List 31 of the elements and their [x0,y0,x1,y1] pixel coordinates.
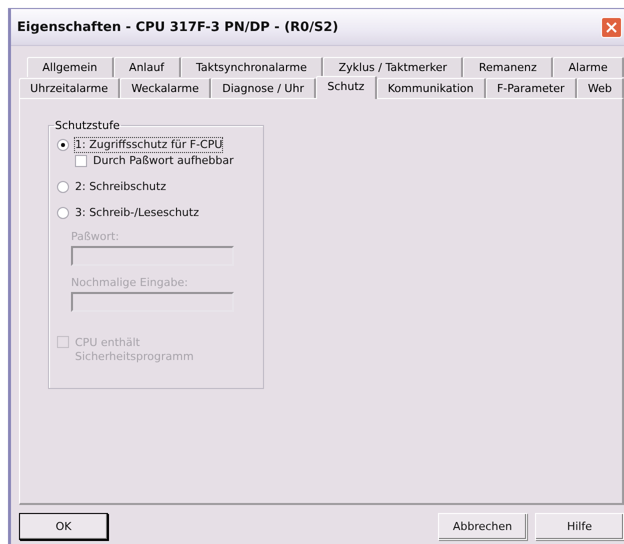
close-icon [605,20,618,34]
checkbox-label: Durch Paßwort aufhebbar [93,154,234,168]
tab[interactable]: Web [576,78,624,98]
radio-label: 1: Zugriffsschutz für F-CPU [75,138,222,152]
tab[interactable]: Kommunikation [376,78,486,98]
tab[interactable]: Anlauf [114,57,181,77]
tab[interactable]: Uhrzeitalarme [19,78,120,98]
dialog-button[interactable]: OK [19,513,108,540]
tab[interactable]: Weckalarme [120,78,212,98]
radio-button[interactable] [57,139,69,151]
window-title: Eigenschaften - CPU 317F-3 PN/DP - (R0/S2) [17,20,338,34]
tab[interactable]: Taktsynchronalarme [180,57,324,77]
tab[interactable]: Alarme [553,57,624,77]
checkbox-label: CPU enthält Sicherheitsprogramm [75,336,195,364]
radio-label: 3: Schreib-/Leseschutz [75,206,199,220]
tab[interactable]: Remanenz [463,57,554,77]
tab[interactable]: Diagnose / Uhr [211,78,316,98]
radio-label: 2: Schreibschutz [75,180,166,194]
dialog-button[interactable]: Hilfe [535,513,624,540]
tab[interactable]: Schutz [316,76,377,99]
tab[interactable]: Allgemein [27,57,114,77]
radio-button[interactable] [57,207,69,219]
dialog-button[interactable]: Abbrechen [438,513,527,540]
tab[interactable]: F-Parameter [486,78,577,98]
tab[interactable]: Zyklus / Taktmerker [323,57,464,77]
field-label: Nochmalige Eingabe: [71,276,189,289]
checkbox[interactable] [75,155,87,167]
field-label: Paßwort: [71,230,120,243]
group-title: Schutzstufe [54,119,121,132]
close-button[interactable] [601,16,622,38]
radio-button[interactable] [57,181,69,193]
